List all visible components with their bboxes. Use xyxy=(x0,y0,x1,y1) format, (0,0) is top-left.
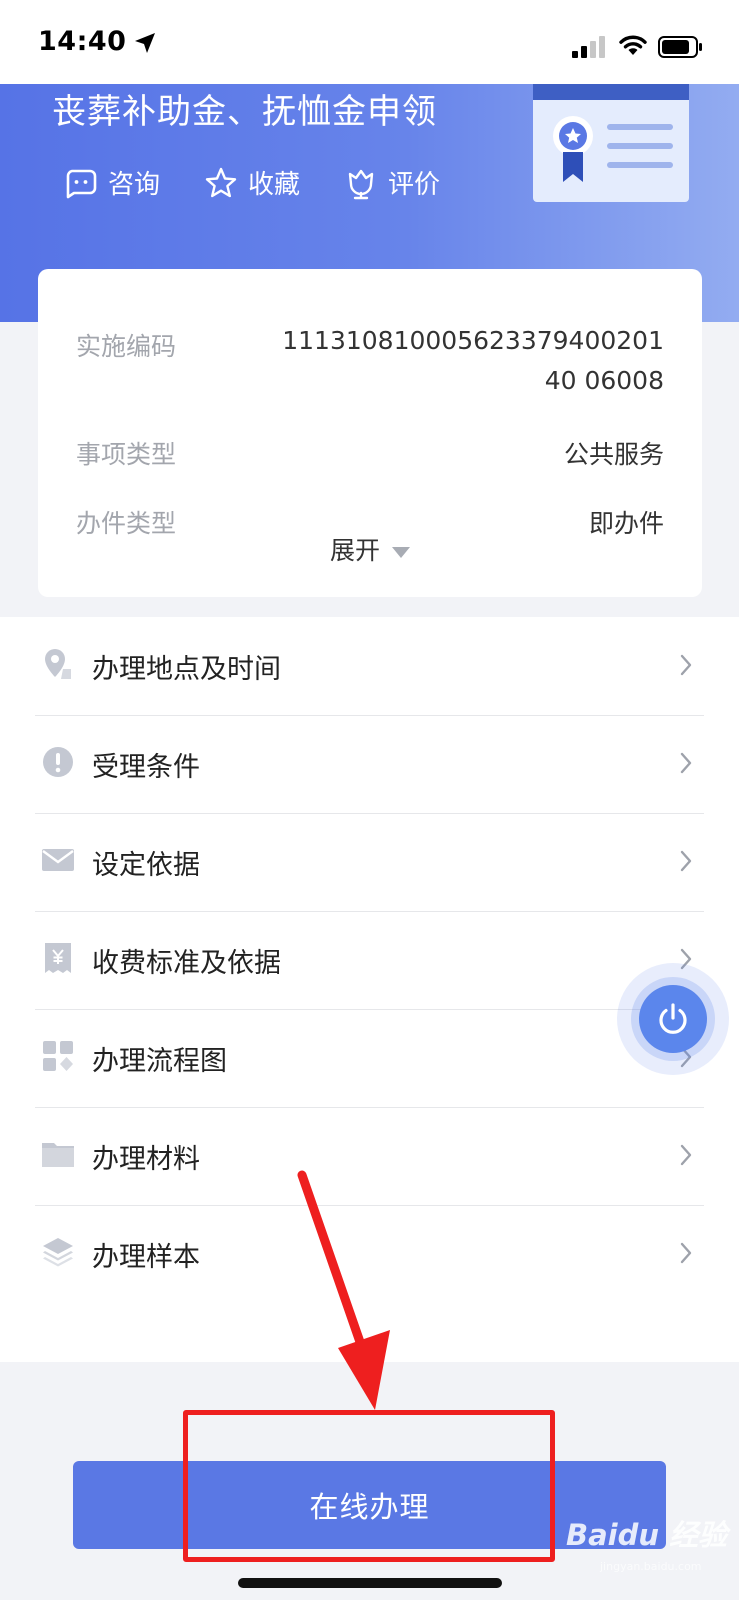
chat-bubble-icon xyxy=(66,169,97,198)
favorite-label: 收藏 xyxy=(248,170,301,200)
menu-item-location-time[interactable]: 办理地点及时间 xyxy=(35,617,704,716)
item-type-label: 事项类型 xyxy=(76,440,177,469)
layers-icon xyxy=(43,1238,73,1267)
menu-item-label: 办理流程图 xyxy=(92,1046,227,1077)
menu-item-legal-basis[interactable]: 设定依据 xyxy=(35,813,704,912)
certificate-illustration xyxy=(533,84,689,202)
menu-item-fee-standards[interactable]: 收费标准及依据 xyxy=(35,911,704,1010)
flower-icon xyxy=(348,169,374,199)
menu-item-acceptance-conditions[interactable]: 受理条件 xyxy=(35,715,704,814)
menu-item-label: 收费标准及依据 xyxy=(92,948,281,979)
home-indicator[interactable] xyxy=(238,1578,502,1588)
consult-label: 咨询 xyxy=(108,170,161,200)
rate-button[interactable]: 评价 xyxy=(344,164,440,201)
implementation-code-value: 11131081000562337940020140 06008 xyxy=(282,326,664,395)
status-time: 14:40 xyxy=(38,26,127,57)
chevron-right-icon xyxy=(680,1242,692,1264)
implementation-code-label: 实施编码 xyxy=(76,332,177,361)
location-arrow-icon xyxy=(135,33,155,53)
menu-item-label: 受理条件 xyxy=(92,752,200,783)
baidu-watermark-url: jingyan.baidu.com xyxy=(600,1560,702,1573)
red-annotation-arrow xyxy=(297,1170,390,1410)
chevron-right-icon xyxy=(680,752,692,774)
expand-toggle[interactable]: 展开 xyxy=(38,531,702,567)
envelope-icon xyxy=(42,849,74,871)
location-pin-icon xyxy=(45,649,71,679)
menu-item-label: 办理材料 xyxy=(92,1144,200,1175)
floating-button-core xyxy=(639,985,707,1053)
power-icon xyxy=(659,1003,687,1034)
star-icon xyxy=(205,167,237,197)
menu-item-label: 办理地点及时间 xyxy=(92,654,281,685)
item-type-value: 公共服务 xyxy=(563,440,664,469)
cellular-signal-icon xyxy=(572,36,605,58)
chevron-right-icon xyxy=(680,654,692,676)
wifi-icon xyxy=(619,35,647,55)
rate-label: 评价 xyxy=(388,170,441,200)
menu-item-label: 办理样本 xyxy=(92,1242,200,1273)
exclamation-icon xyxy=(43,747,73,777)
chevron-right-icon xyxy=(680,1144,692,1166)
baidu-watermark: Baidu 经验 xyxy=(566,1518,728,1552)
grid-icon xyxy=(43,1041,73,1071)
floating-button-ring xyxy=(631,977,715,1061)
consult-button[interactable]: 咨询 xyxy=(64,164,160,201)
status-bar: 14:40 xyxy=(0,0,739,84)
red-highlight-box xyxy=(183,1410,555,1562)
yen-receipt-icon xyxy=(45,943,71,973)
folder-icon xyxy=(42,1143,74,1167)
favorite-button[interactable]: 收藏 xyxy=(204,164,300,201)
menu-item-label: 设定依据 xyxy=(92,850,200,881)
caret-down-icon xyxy=(392,546,410,558)
expand-label: 展开 xyxy=(329,536,380,565)
floating-power-button[interactable] xyxy=(617,963,729,1075)
info-card: 实施编码 11131081000562337940020140 06008 事项… xyxy=(38,269,702,597)
menu-item-flowchart[interactable]: 办理流程图 xyxy=(35,1009,704,1108)
chevron-right-icon xyxy=(680,850,692,872)
page-title: 丧葬补助金、抚恤金申领 xyxy=(52,92,437,132)
battery-icon xyxy=(658,36,702,58)
